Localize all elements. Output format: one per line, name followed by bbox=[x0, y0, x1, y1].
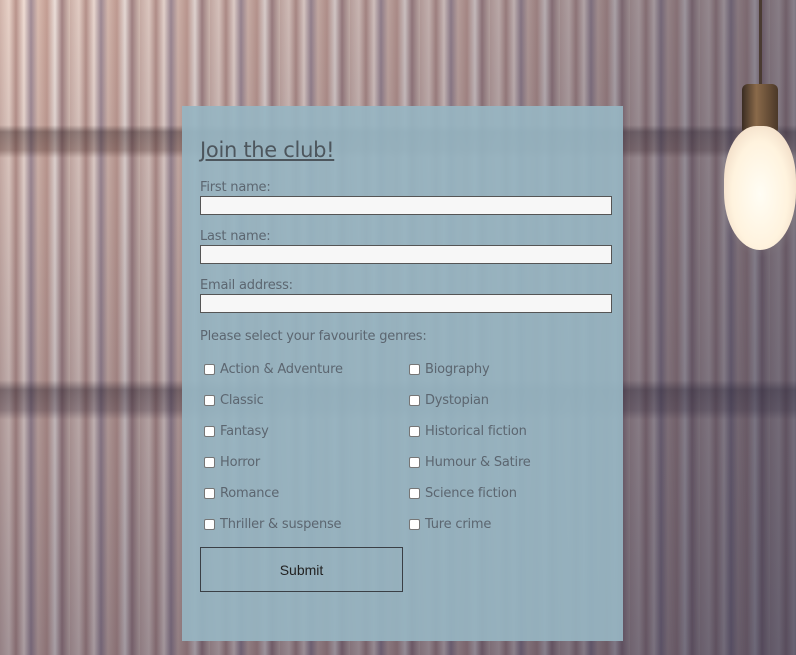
checkbox[interactable] bbox=[409, 394, 420, 406]
checkbox[interactable] bbox=[204, 425, 215, 437]
genre-label: Classic bbox=[220, 392, 264, 408]
genre-action-adventure[interactable]: Action & Adventure bbox=[204, 360, 409, 378]
genre-label: Fantasy bbox=[220, 423, 269, 439]
genres-checkbox-grid: Action & Adventure Biography Classic Dys… bbox=[204, 360, 611, 533]
genre-label: Biography bbox=[425, 361, 490, 377]
genre-label: Horror bbox=[220, 454, 261, 470]
genre-biography[interactable]: Biography bbox=[409, 360, 614, 378]
email-field-group: Email address: bbox=[200, 278, 612, 313]
light-bulb-cord bbox=[759, 0, 762, 88]
light-bulb-icon bbox=[724, 126, 796, 250]
genre-label: Action & Adventure bbox=[220, 361, 343, 377]
genre-fantasy[interactable]: Fantasy bbox=[204, 422, 409, 440]
checkbox[interactable] bbox=[409, 363, 420, 375]
genre-label: Thriller & suspense bbox=[220, 516, 342, 532]
join-club-form: Join the club! First name: Last name: Em… bbox=[182, 106, 623, 641]
first-name-input[interactable] bbox=[200, 196, 612, 215]
checkbox[interactable] bbox=[204, 394, 215, 406]
checkbox[interactable] bbox=[204, 487, 215, 499]
genre-thriller-suspense[interactable]: Thriller & suspense bbox=[204, 515, 409, 533]
genre-label: Historical fiction bbox=[425, 423, 527, 439]
genre-label: Dystopian bbox=[425, 392, 489, 408]
email-input[interactable] bbox=[200, 294, 612, 313]
genre-science-fiction[interactable]: Science fiction bbox=[409, 484, 614, 502]
genre-historical-fiction[interactable]: Historical fiction bbox=[409, 422, 614, 440]
last-name-input[interactable] bbox=[200, 245, 612, 264]
checkbox[interactable] bbox=[409, 425, 420, 437]
checkbox[interactable] bbox=[409, 456, 420, 468]
genre-humour-satire[interactable]: Humour & Satire bbox=[409, 453, 614, 471]
checkbox[interactable] bbox=[409, 487, 420, 499]
checkbox[interactable] bbox=[204, 518, 215, 530]
last-name-label: Last name: bbox=[200, 229, 271, 244]
genre-label: Ture crime bbox=[425, 516, 492, 532]
last-name-field-group: Last name: bbox=[200, 229, 612, 264]
first-name-label: First name: bbox=[200, 180, 271, 195]
genre-horror[interactable]: Horror bbox=[204, 453, 409, 471]
genres-label: Please select your favourite genres: bbox=[200, 329, 427, 344]
genre-label: Science fiction bbox=[425, 485, 517, 501]
submit-button[interactable]: Submit bbox=[200, 547, 403, 592]
genre-true-crime[interactable]: Ture crime bbox=[409, 515, 614, 533]
form-title: Join the club! bbox=[200, 138, 335, 162]
checkbox[interactable] bbox=[204, 363, 215, 375]
genre-dystopian[interactable]: Dystopian bbox=[409, 391, 614, 409]
email-label: Email address: bbox=[200, 278, 293, 293]
checkbox[interactable] bbox=[409, 518, 420, 530]
genre-label: Romance bbox=[220, 485, 280, 501]
first-name-field-group: First name: bbox=[200, 180, 612, 215]
genre-classic[interactable]: Classic bbox=[204, 391, 409, 409]
genre-romance[interactable]: Romance bbox=[204, 484, 409, 502]
checkbox[interactable] bbox=[204, 456, 215, 468]
light-bulb-socket bbox=[742, 84, 778, 132]
genre-label: Humour & Satire bbox=[425, 454, 531, 470]
